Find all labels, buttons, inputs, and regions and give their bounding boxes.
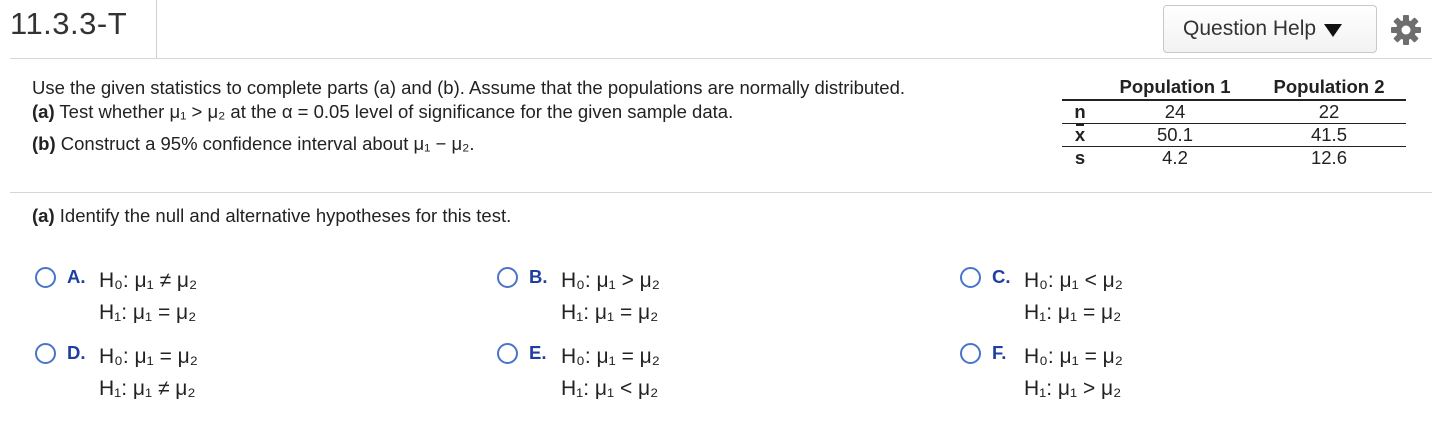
- part-a-text: Test whether μ₁ > μ₂ at the α = 0.05 lev…: [54, 101, 734, 122]
- intro-line-1: Use the given statistics to complete par…: [32, 77, 906, 98]
- choice-e[interactable]: E. H₀: μ₁ = μ₂ H₁: μ₁ < μ₂: [497, 341, 660, 405]
- choice-b[interactable]: B. H₀: μ₁ > μ₂ H₁: μ₁ = μ₂: [497, 265, 660, 329]
- header-rule: [10, 58, 1432, 59]
- choice-c-h1: H₁: μ₁ = μ₂: [1024, 301, 1122, 324]
- choice-f-h1: H₁: μ₁ > μ₂: [1024, 377, 1122, 400]
- header-population-1: Population 1: [1119, 75, 1231, 97]
- part-a-prompt-text: Identify the null and alternative hypoth…: [54, 205, 512, 226]
- choice-c-h0: H₀: μ₁ < μ₂: [1024, 269, 1123, 292]
- cell-s-pop2: 12.6: [1252, 146, 1406, 170]
- cell-xbar-pop1: 50.1: [1098, 123, 1252, 147]
- choice-a-h0: H₀: μ₁ ≠ μ₂: [99, 269, 198, 292]
- choice-e-letter: E.: [529, 342, 547, 363]
- radio-a[interactable]: [35, 267, 56, 288]
- statistics-table: Population 1 Population 2 n 24 22 x 50.1…: [1062, 74, 1406, 170]
- radio-f[interactable]: [960, 343, 981, 364]
- choice-a[interactable]: A. H₀: μ₁ ≠ μ₂ H₁: μ₁ = μ₂: [35, 265, 197, 329]
- choice-d-h0: H₀: μ₁ = μ₂: [99, 345, 198, 368]
- choice-d-h1: H₁: μ₁ ≠ μ₂: [99, 377, 196, 400]
- choice-d-letter: D.: [67, 342, 86, 363]
- part-b-label: (b): [32, 133, 56, 154]
- cell-n-pop2: 22: [1252, 99, 1406, 124]
- choice-a-h1: H₁: μ₁ = μ₂: [99, 301, 197, 324]
- cell-s-pop1: 4.2: [1098, 146, 1252, 170]
- choice-b-h0: H₀: μ₁ > μ₂: [561, 269, 660, 292]
- intro-line-2: (a) Test whether μ₁ > μ₂ at the α = 0.05…: [32, 100, 905, 124]
- choice-b-letter: B.: [529, 266, 548, 287]
- choice-e-h1: H₁: μ₁ < μ₂: [561, 377, 659, 400]
- choice-f-h0: H₀: μ₁ = μ₂: [1024, 345, 1123, 368]
- caret-down-icon: [1324, 24, 1343, 37]
- gear-icon[interactable]: [1390, 14, 1422, 46]
- part-b-text: Construct a 95% confidence interval abou…: [55, 133, 475, 154]
- radio-c[interactable]: [960, 267, 981, 288]
- radio-b[interactable]: [497, 267, 518, 288]
- cell-n-pop1: 24: [1098, 99, 1252, 124]
- choice-c[interactable]: C. H₀: μ₁ < μ₂ H₁: μ₁ = μ₂: [960, 265, 1123, 329]
- question-help-label: Question Help: [1183, 17, 1317, 40]
- header-population-2: Population 2: [1273, 75, 1385, 97]
- radio-d[interactable]: [35, 343, 56, 364]
- row-label-n: n: [1062, 99, 1098, 124]
- row-label-xbar: x: [1074, 124, 1086, 145]
- choice-d[interactable]: D. H₀: μ₁ = μ₂ H₁: μ₁ ≠ μ₂: [35, 341, 198, 405]
- radio-e[interactable]: [497, 343, 518, 364]
- choice-b-h1: H₁: μ₁ = μ₂: [561, 301, 659, 324]
- choice-c-letter: C.: [992, 266, 1011, 287]
- question-id: 11.3.3-T: [10, 6, 128, 41]
- section-rule: [10, 192, 1432, 193]
- choice-a-letter: A.: [67, 266, 86, 287]
- choice-f-letter: F.: [992, 342, 1007, 363]
- part-a-prompt-label: (a): [32, 205, 55, 226]
- intro-line-3: (b) Construct a 95% confidence interval …: [32, 132, 905, 156]
- question-help-button[interactable]: Question Help: [1163, 5, 1377, 53]
- header-divider: [156, 0, 157, 58]
- part-a-label: (a): [32, 101, 55, 122]
- question-intro: Use the given statistics to complete par…: [32, 76, 905, 156]
- row-label-s: s: [1062, 146, 1098, 170]
- cell-xbar-pop2: 41.5: [1252, 123, 1406, 147]
- part-a-prompt: (a) Identify the null and alternative hy…: [32, 205, 511, 227]
- choice-e-h0: H₀: μ₁ = μ₂: [561, 345, 660, 368]
- choice-f[interactable]: F. H₀: μ₁ = μ₂ H₁: μ₁ > μ₂: [960, 341, 1123, 405]
